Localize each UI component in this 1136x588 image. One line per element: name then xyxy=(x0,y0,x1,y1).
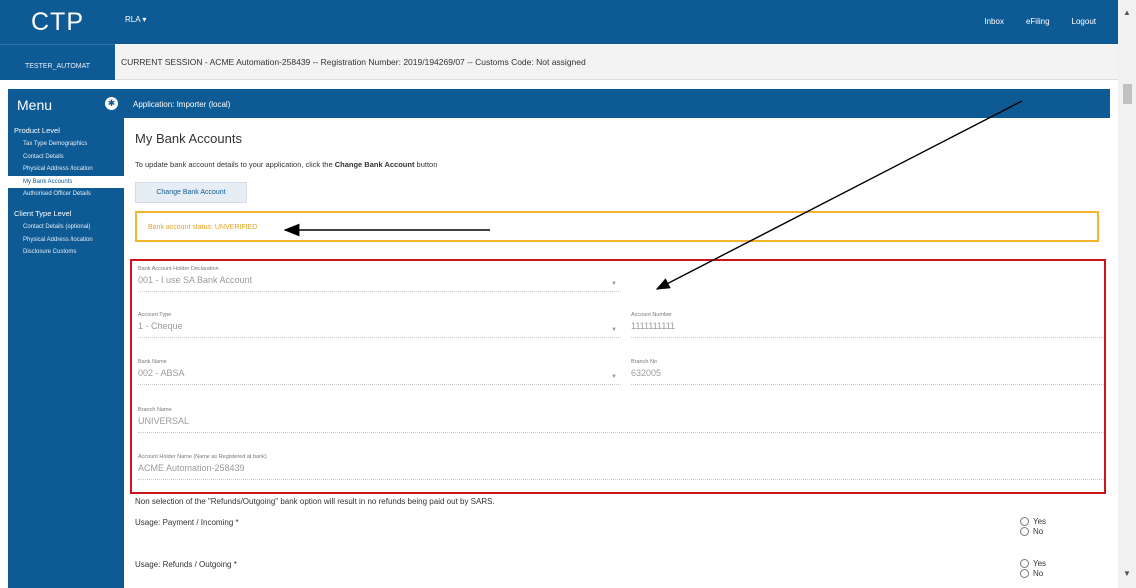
sidebar-item-authorised-officer[interactable]: Authorised Officer Details xyxy=(8,188,124,201)
session-info: CURRENT SESSION - ACME Automation-258439… xyxy=(115,44,1118,80)
payment-no-label: No xyxy=(1033,527,1044,536)
refunds-usage-label: Usage: Refunds / Outgoing * xyxy=(135,560,237,569)
sidebar-item-bank-accounts[interactable]: My Bank Accounts xyxy=(8,175,124,189)
inbox-link[interactable]: Inbox xyxy=(984,17,1004,26)
menu-title: Menu xyxy=(17,97,53,113)
sidebar-item-contact-details[interactable]: Contact Details xyxy=(8,151,124,164)
radio-icon[interactable] xyxy=(1020,527,1029,536)
scroll-up-icon[interactable]: ▲ xyxy=(1123,8,1131,17)
intro-prefix: To update bank account details to your a… xyxy=(135,160,335,169)
bank-name-value: 002 - ABSA xyxy=(138,368,185,378)
efiling-link[interactable]: eFiling xyxy=(1026,17,1050,26)
account-type-value: 1 - Cheque xyxy=(138,321,183,331)
intro-text: To update bank account details to your a… xyxy=(135,160,437,169)
account-number-label: Account Number xyxy=(631,312,672,318)
holder-declaration-label: Bank Account Holder Declaration xyxy=(138,266,219,272)
branch-no-value: 632005 xyxy=(631,368,662,378)
bank-name-label: Bank Name xyxy=(138,359,167,365)
payment-yes-label: Yes xyxy=(1033,517,1047,526)
refunds-note: Non selection of the "Refunds/Outgoing" … xyxy=(135,497,495,506)
sidebar-item-client-physical-address[interactable]: Physical Address /location xyxy=(8,234,124,247)
section-client-type-level: Client Type Level xyxy=(14,208,72,218)
branch-name-value: UNIVERSAL xyxy=(138,416,190,426)
sidebar-item-physical-address[interactable]: Physical Address /location xyxy=(8,163,124,176)
branch-name-label: Branch Name xyxy=(138,407,172,413)
scroll-down-icon[interactable]: ▼ xyxy=(1123,569,1131,578)
holder-name-field[interactable]: Account Holder Name (Name as Registered … xyxy=(138,454,1104,480)
account-number-field[interactable]: Account Number 1111111111 xyxy=(631,312,1104,338)
section-product-level: Product Level xyxy=(14,126,60,135)
bank-name-select[interactable]: Bank Name 002 - ABSA ▼ xyxy=(138,359,621,385)
branch-name-field[interactable]: Branch Name UNIVERSAL xyxy=(138,407,1104,433)
payment-usage-label: Usage: Payment / Incoming * xyxy=(135,518,239,527)
change-bank-account-button[interactable]: Change Bank Account xyxy=(135,182,247,203)
bank-details-form: Bank Account Holder Declaration 001 - I … xyxy=(130,259,1106,494)
bank-status-alert: Bank account status: UNVERIFIED xyxy=(135,211,1099,242)
account-number-value: 1111111111 xyxy=(631,321,676,331)
payment-usage-radio-group: Yes No xyxy=(1020,517,1046,537)
holder-name-value: ACME Automation-258439 xyxy=(138,463,245,473)
refunds-yes-option[interactable]: Yes xyxy=(1020,559,1046,568)
chevron-down-icon: ▼ xyxy=(611,281,617,287)
refunds-usage-radio-group: Yes No xyxy=(1020,559,1046,579)
application-bar: Application: Importer (local) xyxy=(124,89,1110,118)
brand-logo: CTP xyxy=(0,0,115,44)
menu-header: Menu ✱ xyxy=(8,89,124,118)
sidebar-item-contact-optional[interactable]: Contact Details (optional) xyxy=(8,221,124,234)
payment-yes-option[interactable]: Yes xyxy=(1020,517,1046,526)
username-label: TESTER_AUTOMAT xyxy=(0,44,115,80)
refunds-no-option[interactable]: No xyxy=(1020,569,1046,578)
scroll-thumb[interactable] xyxy=(1123,84,1132,104)
sidebar-item-disclosure-customs[interactable]: Disclosure Customs xyxy=(8,246,124,259)
logout-link[interactable]: Logout xyxy=(1072,17,1096,26)
radio-icon[interactable] xyxy=(1020,517,1029,526)
account-type-label: Account Type xyxy=(138,312,172,318)
radio-icon[interactable] xyxy=(1020,559,1029,568)
holder-name-label: Account Holder Name (Name as Registered … xyxy=(138,454,267,460)
sidebar-menu: Menu ✱ Product Level Tax Type Demographi… xyxy=(8,89,124,588)
menu-toggle-icon[interactable]: ✱ xyxy=(105,97,118,110)
main-content: My Bank Accounts To update bank account … xyxy=(124,118,1110,588)
account-type-select[interactable]: Account Type 1 - Cheque ▼ xyxy=(138,312,621,338)
intro-suffix: button xyxy=(414,160,438,169)
bank-status-text: Bank account status: UNVERIFIED xyxy=(148,224,258,231)
brand-name: CTP xyxy=(31,8,84,36)
refunds-no-label: No xyxy=(1033,569,1044,578)
refunds-yes-label: Yes xyxy=(1033,559,1047,568)
page-title: My Bank Accounts xyxy=(135,131,242,146)
radio-icon[interactable] xyxy=(1020,569,1029,578)
intro-bold: Change Bank Account xyxy=(334,160,415,169)
rla-dropdown[interactable]: RLA ▾ xyxy=(125,15,146,24)
sidebar-item-tax-type[interactable]: Tax Type Demographics xyxy=(8,138,124,151)
chevron-down-icon: ▼ xyxy=(611,374,617,380)
payment-no-option[interactable]: No xyxy=(1020,527,1046,536)
chevron-down-icon: ▼ xyxy=(611,327,617,333)
top-links: Inbox eFiling Logout xyxy=(984,17,1118,26)
top-nav: RLA ▾ Inbox eFiling Logout xyxy=(115,0,1118,44)
holder-declaration-select[interactable]: Bank Account Holder Declaration 001 - I … xyxy=(138,266,621,292)
branch-no-label: Branch No xyxy=(631,359,657,365)
branch-no-field[interactable]: Branch No 632005 xyxy=(631,359,1104,385)
holder-declaration-value: 001 - I use SA Bank Account xyxy=(138,275,253,285)
